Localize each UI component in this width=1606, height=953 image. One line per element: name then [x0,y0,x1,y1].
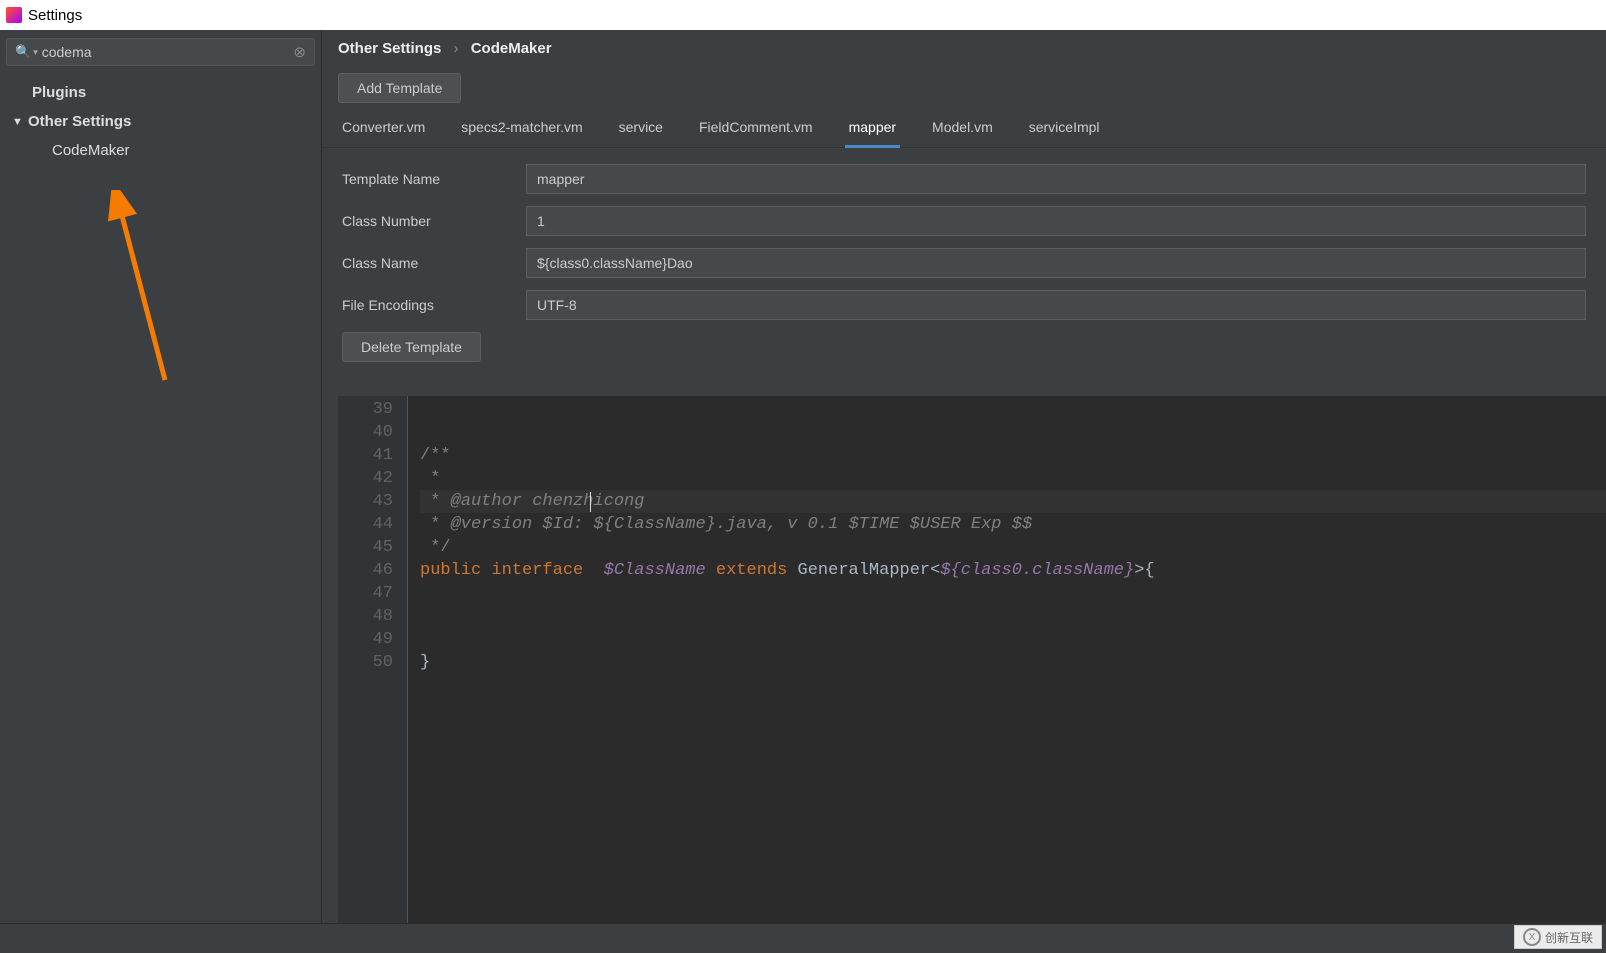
breadcrumb: Other Settings › CodeMaker [322,30,1606,67]
template-tabs: Converter.vm specs2-matcher.vm service Fiel… [322,109,1606,148]
tab-model-vm[interactable]: Model.vm [928,119,997,147]
settings-tree: Plugins ▼ Other Settings CodeMaker [0,74,321,169]
sidebar-item-other-settings[interactable]: ▼ Other Settings [0,107,321,136]
sidebar-item-plugins[interactable]: Plugins [0,78,321,107]
tab-service[interactable]: service [615,119,667,147]
class-number-label: Class Number [342,213,526,229]
content-panel: Other Settings › CodeMaker Add Template … [322,30,1606,923]
delete-template-button[interactable]: Delete Template [342,332,481,362]
app-icon [6,7,22,23]
sidebar-item-codemaker[interactable]: CodeMaker [0,136,321,165]
file-encodings-input[interactable] [526,290,1586,320]
class-name-input[interactable] [526,248,1586,278]
other-settings-label: Other Settings [28,113,131,130]
clear-icon[interactable]: ⊗ [293,43,306,61]
file-encodings-label: File Encodings [342,297,526,313]
watermark-text: 创新互联 [1545,929,1593,946]
tab-converter-vm[interactable]: Converter.vm [338,119,429,147]
template-name-input[interactable] [526,164,1586,194]
watermark: X 创新互联 [1514,925,1602,949]
main-area: 🔍 ▾ ⊗ Plugins ▼ Other Settings CodeMaker [0,30,1606,923]
bottom-bar [0,923,1606,953]
window-title: Settings [28,7,82,24]
code-editor[interactable]: 394041424344454647484950 /** * * @author… [338,396,1606,923]
class-name-label: Class Name [342,255,526,271]
titlebar: Settings [0,0,1606,30]
breadcrumb-leaf: CodeMaker [471,40,552,57]
tab-fieldcomment-vm[interactable]: FieldComment.vm [695,119,817,147]
breadcrumb-sep: › [454,40,459,57]
class-number-input[interactable] [526,206,1586,236]
search-input[interactable] [42,44,294,60]
template-name-label: Template Name [342,171,526,187]
sidebar: 🔍 ▾ ⊗ Plugins ▼ Other Settings CodeMaker [0,30,322,923]
search-box[interactable]: 🔍 ▾ ⊗ [6,38,315,66]
expand-icon: ▼ [12,116,24,128]
add-template-button[interactable]: Add Template [338,73,461,103]
editor-code[interactable]: /** * * @author chenzhicong * @version $… [408,396,1606,923]
annotation-arrow [70,190,190,390]
template-form: Template Name Class Number Class Name Fi… [322,148,1606,378]
tab-specs2-matcher-vm[interactable]: specs2-matcher.vm [457,119,586,147]
search-icon: 🔍 [15,44,31,60]
tab-mapper[interactable]: mapper [845,119,900,148]
tab-serviceimpl[interactable]: serviceImpl [1025,119,1104,147]
chevron-down-icon[interactable]: ▾ [33,47,38,58]
editor-gutter: 394041424344454647484950 [338,396,408,923]
breadcrumb-root[interactable]: Other Settings [338,40,441,57]
watermark-icon: X [1523,928,1541,946]
